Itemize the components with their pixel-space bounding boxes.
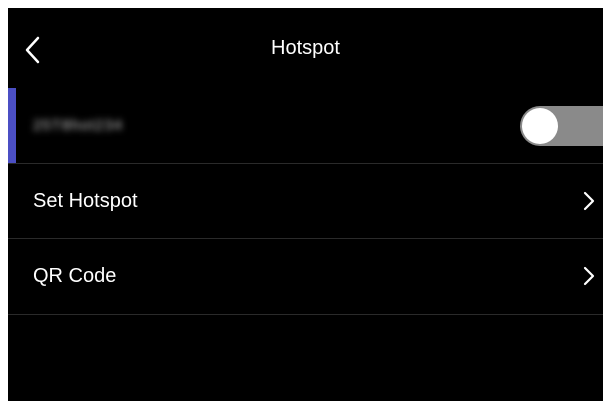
hotspot-ssid: 25T8hot234	[33, 117, 124, 134]
hotspot-screen: Hotspot 25T8hot234 Set Hotspot QR Code	[8, 8, 603, 401]
page-title: Hotspot	[271, 37, 340, 59]
menu-item-set-hotspot[interactable]: Set Hotspot	[8, 164, 603, 239]
selection-indicator	[8, 88, 16, 163]
chevron-right-icon	[582, 190, 596, 212]
menu-item-label: QR Code	[33, 265, 117, 287]
menu-item-label: Set Hotspot	[33, 190, 138, 212]
menu-item-qr-code[interactable]: QR Code	[8, 239, 603, 315]
header-bar: Hotspot	[8, 8, 603, 88]
hotspot-toggle-row: 25T8hot234	[8, 88, 603, 164]
chevron-right-icon	[582, 265, 596, 287]
hotspot-toggle[interactable]	[520, 106, 603, 146]
toggle-knob	[522, 108, 558, 144]
